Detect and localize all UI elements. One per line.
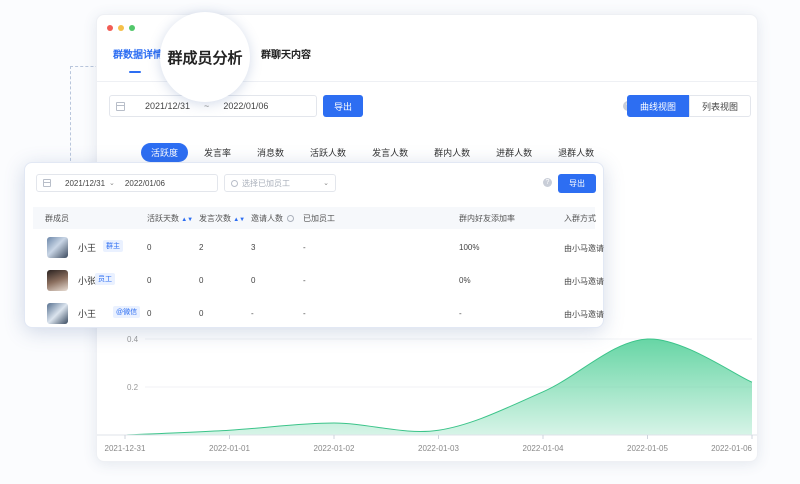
panel-end-date[interactable]: 2022/01/06 bbox=[125, 179, 165, 188]
table-header: 群成员 活跃天数 ▲▼ 发言次数 ▲▼ 邀请人数 已加员工 群内好友添加率 入群… bbox=[33, 207, 596, 229]
col-active-days-label: 活跃天数 bbox=[147, 214, 179, 223]
chevron-down-icon: ⌄ bbox=[109, 180, 115, 187]
staff: - bbox=[303, 243, 306, 252]
panel-date-range-picker[interactable]: 2021/12/31 ⌄ 2022/01/06 bbox=[36, 174, 218, 192]
help-icon[interactable]: ? bbox=[543, 178, 552, 187]
table-row[interactable]: 小王 群主 0 2 3 - 100% 由小马邀请 bbox=[33, 231, 604, 261]
invites: - bbox=[251, 309, 254, 318]
add-rate: 0% bbox=[459, 276, 471, 285]
avatar bbox=[47, 270, 68, 291]
add-rate: - bbox=[459, 309, 462, 318]
staff-select-placeholder: 选择已加员工 bbox=[242, 178, 290, 188]
x-tick-label: 2022-01-06 bbox=[711, 444, 752, 453]
invites: 3 bbox=[251, 243, 256, 252]
col-add-rate: 群内好友添加率 bbox=[459, 214, 515, 223]
panel-start-date[interactable]: 2021/12/31 bbox=[65, 179, 105, 188]
search-icon bbox=[231, 179, 238, 187]
col-active-days[interactable]: 活跃天数 ▲▼ bbox=[147, 213, 193, 224]
sort-icon[interactable]: ▲▼ bbox=[233, 217, 245, 223]
y-tick-label: 0.4 bbox=[127, 335, 139, 344]
staff: - bbox=[303, 276, 306, 285]
active-days: 0 bbox=[147, 309, 152, 318]
member-name: 小王 bbox=[78, 309, 97, 319]
y-tick-label: 0.2 bbox=[127, 383, 139, 392]
join-method: 由小马邀请 bbox=[564, 244, 604, 253]
role-badge: @微信 bbox=[113, 306, 141, 318]
x-tick-label: 2021-12-31 bbox=[105, 444, 146, 453]
col-join-method: 入群方式 bbox=[564, 214, 596, 223]
calendar-icon bbox=[43, 179, 51, 187]
x-tick-label: 2022-01-01 bbox=[209, 444, 250, 453]
sort-icon[interactable]: ▲▼ bbox=[181, 217, 193, 223]
role-badge: 员工 bbox=[95, 273, 115, 285]
col-invites[interactable]: 邀请人数 bbox=[251, 213, 295, 224]
chevron-down-icon: ⌄ bbox=[323, 180, 329, 187]
section-callout: 群成员分析 bbox=[160, 12, 250, 102]
member-name: 小张 bbox=[78, 276, 97, 286]
join-method: 由小马邀请 bbox=[564, 277, 604, 286]
panel-export-button[interactable]: 导出 bbox=[558, 174, 596, 193]
col-invites-label: 邀请人数 bbox=[251, 214, 283, 223]
staff-select[interactable]: 选择已加员工 ⌄ bbox=[224, 174, 336, 192]
stage: 群数据详情 群聊天内容 2021/12/31 ~ 2022/01/06 导出 ?… bbox=[0, 0, 800, 484]
col-messages-label: 发言次数 bbox=[199, 214, 231, 223]
member-analysis-panel: 2021/12/31 ⌄ 2022/01/06 选择已加员工 ⌄ ? 导出 群成… bbox=[24, 162, 604, 328]
staff: - bbox=[303, 309, 306, 318]
info-icon[interactable] bbox=[287, 215, 295, 223]
x-tick-label: 2022-01-04 bbox=[523, 444, 564, 453]
avatar bbox=[47, 237, 68, 258]
connector-line bbox=[70, 66, 71, 166]
col-member: 群成员 bbox=[45, 214, 69, 223]
messages: 0 bbox=[199, 309, 204, 318]
role-badge: 群主 bbox=[103, 240, 123, 252]
invites: 0 bbox=[251, 276, 256, 285]
join-method: 由小马邀请 bbox=[564, 310, 604, 319]
messages: 0 bbox=[199, 276, 204, 285]
col-staff: 已加员工 bbox=[303, 214, 335, 223]
active-days: 0 bbox=[147, 276, 152, 285]
add-rate: 100% bbox=[459, 243, 480, 252]
messages: 2 bbox=[199, 243, 204, 252]
x-tick-label: 2022-01-05 bbox=[627, 444, 668, 453]
avatar bbox=[47, 303, 68, 324]
x-tick-label: 2022-01-02 bbox=[314, 444, 355, 453]
table-row[interactable]: 小张 员工 0 0 0 - 0% 由小马邀请 bbox=[33, 264, 604, 294]
active-days: 0 bbox=[147, 243, 152, 252]
table-row[interactable]: 小王 @微信 0 0 - - - 由小马邀请 bbox=[33, 297, 604, 327]
member-name: 小王 bbox=[78, 243, 97, 253]
x-tick-label: 2022-01-03 bbox=[418, 444, 459, 453]
col-messages[interactable]: 发言次数 ▲▼ bbox=[199, 213, 245, 224]
